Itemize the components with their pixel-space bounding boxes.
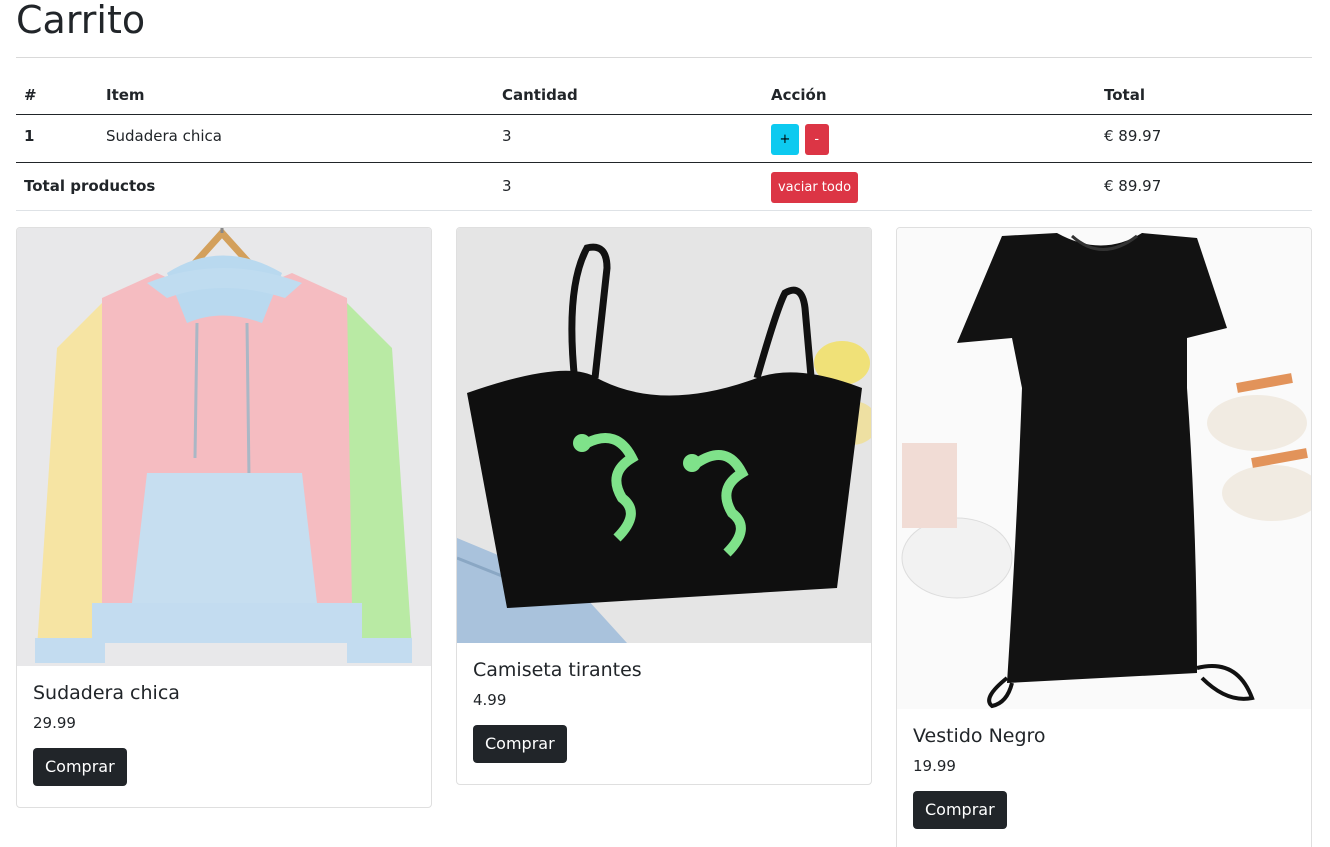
product-price: 19.99 — [913, 757, 956, 775]
header-item: Item — [106, 86, 145, 104]
summary-actions: vaciar todo — [771, 172, 858, 203]
table-header-row: # Item Cantidad Acción Total — [16, 75, 1312, 115]
buy-button[interactable]: Comprar — [473, 725, 567, 763]
row-quantity: 3 — [502, 127, 512, 145]
product-card: Sudadera chica 29.99 Comprar — [16, 227, 432, 808]
page-title: Carrito — [16, 0, 146, 42]
row-number: 1 — [24, 127, 35, 145]
header-action: Acción — [771, 86, 827, 104]
header-total: Total — [1104, 86, 1145, 104]
buy-button[interactable]: Comprar — [33, 748, 127, 786]
row-total: € 89.97 — [1104, 127, 1162, 145]
product-card: Camiseta tirantes 4.99 Comprar — [456, 227, 872, 785]
increase-quantity-button[interactable]: + — [771, 124, 799, 155]
empty-cart-button[interactable]: vaciar todo — [771, 172, 858, 203]
table-row: 1 Sudadera chica 3 + - € 89.97 — [16, 115, 1312, 163]
hoodie-image — [17, 228, 431, 666]
product-price: 29.99 — [33, 714, 76, 732]
summary-row: Total productos 3 vaciar todo € 89.97 — [16, 163, 1312, 211]
summary-total: € 89.97 — [1104, 177, 1162, 195]
summary-label: Total productos — [24, 177, 156, 195]
cami-top-image — [457, 228, 871, 643]
product-image — [457, 228, 871, 643]
product-name: Vestido Negro — [913, 725, 1046, 747]
card-body: Sudadera chica 29.99 Comprar — [33, 681, 415, 786]
product-card: Vestido Negro 19.99 Comprar — [896, 227, 1312, 847]
product-name: Camiseta tirantes — [473, 659, 642, 681]
summary-quantity: 3 — [502, 177, 512, 195]
title-divider — [16, 57, 1312, 58]
header-quantity: Cantidad — [502, 86, 578, 104]
product-image — [897, 228, 1311, 709]
header-number: # — [24, 86, 37, 104]
buy-button[interactable]: Comprar — [913, 791, 1007, 829]
product-image — [17, 228, 431, 666]
cart-table: # Item Cantidad Acción Total 1 Sudadera … — [16, 75, 1312, 211]
row-actions: + - — [771, 124, 829, 155]
product-name: Sudadera chica — [33, 682, 180, 704]
card-body: Camiseta tirantes 4.99 Comprar — [473, 658, 855, 763]
product-price: 4.99 — [473, 691, 507, 709]
decrease-quantity-button[interactable]: - — [804, 124, 829, 155]
row-item-name: Sudadera chica — [106, 127, 222, 145]
dress-image — [897, 228, 1311, 709]
card-body: Vestido Negro 19.99 Comprar — [913, 724, 1295, 829]
